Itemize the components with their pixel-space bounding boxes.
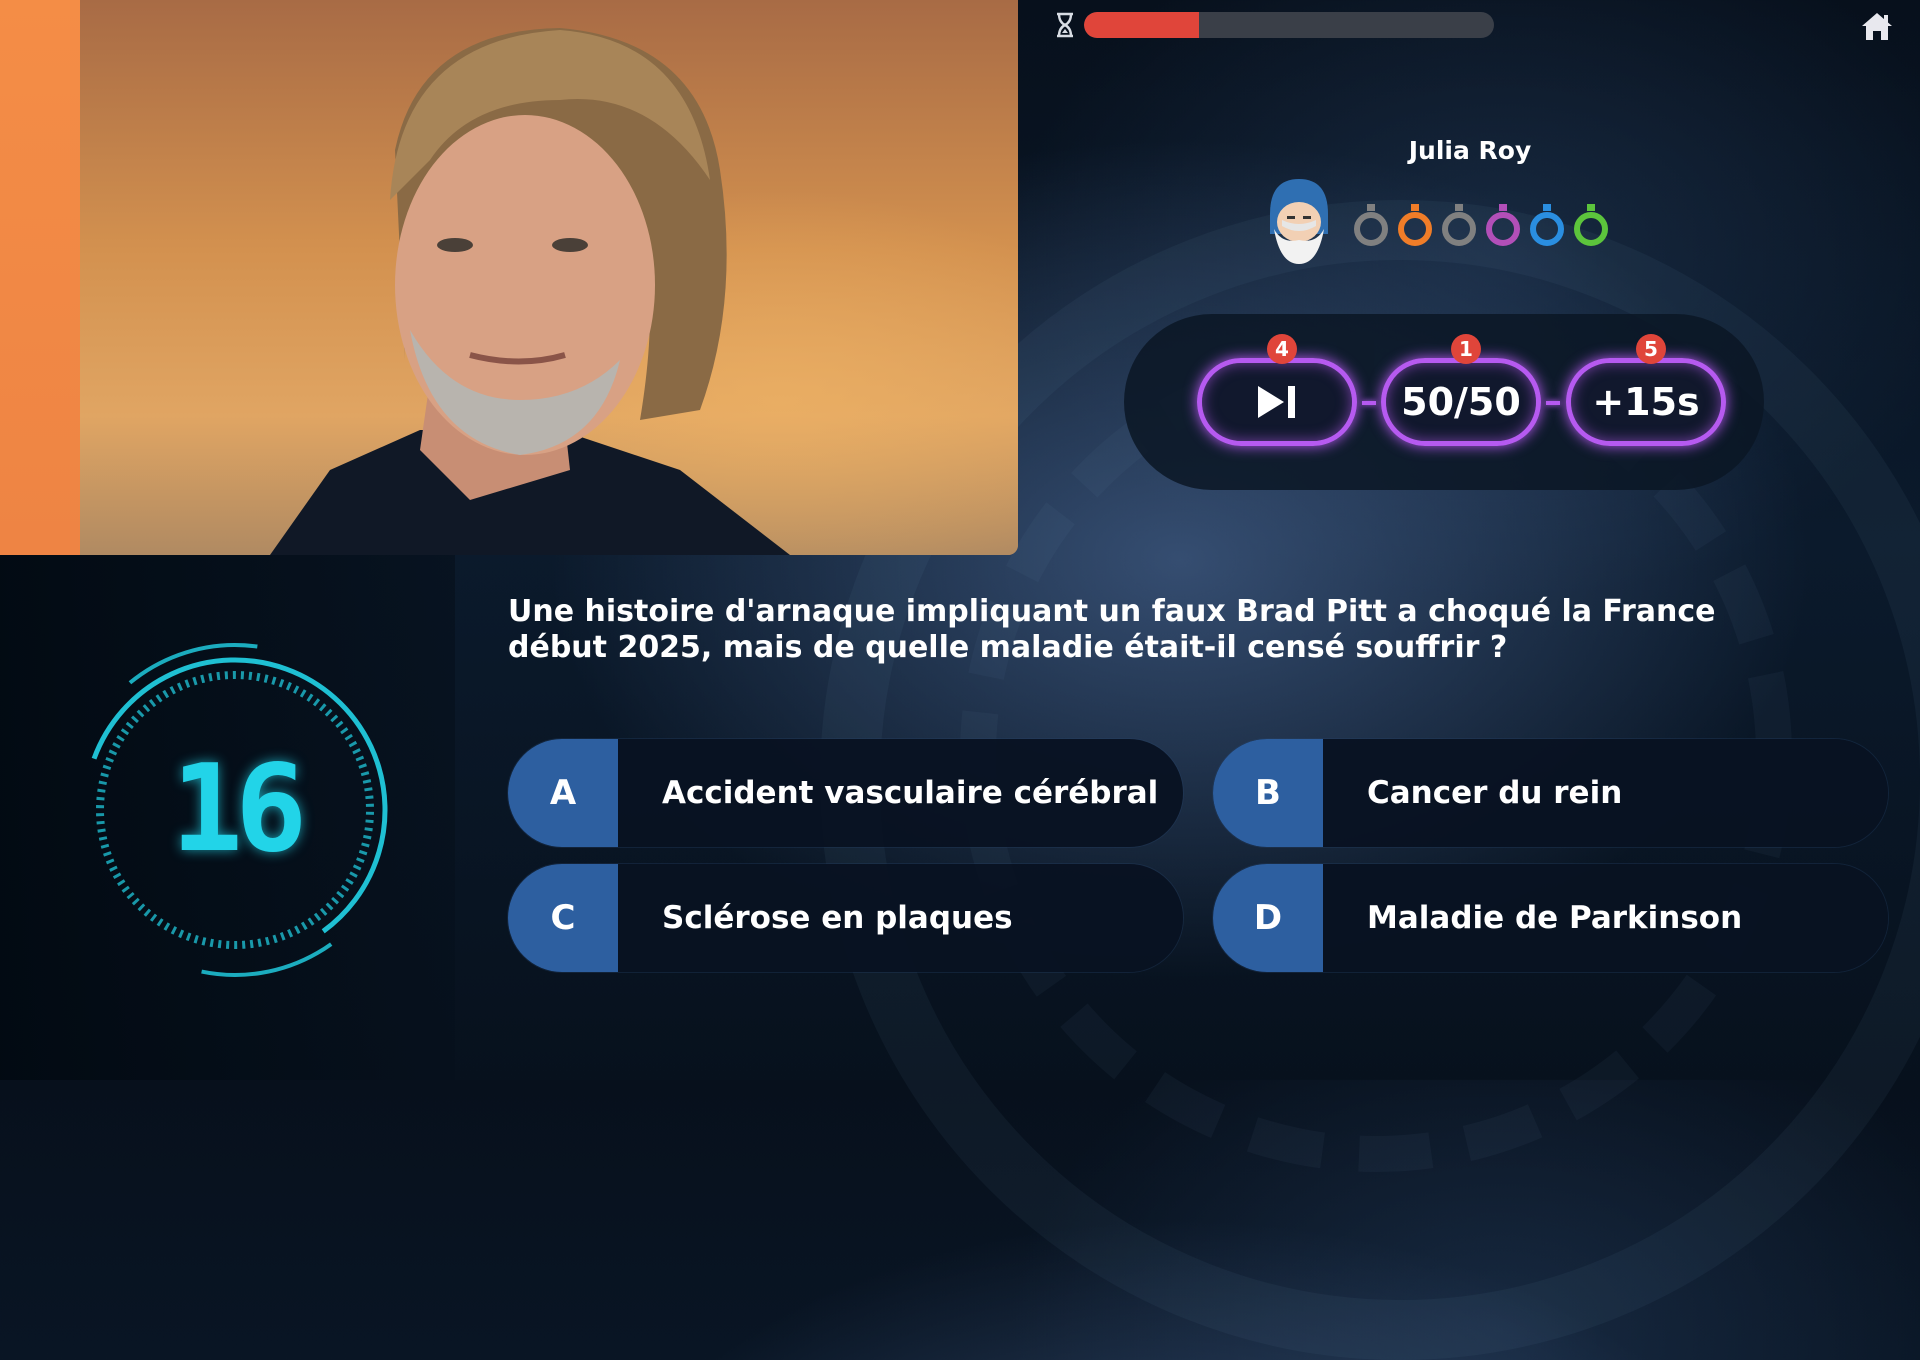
progress-ring-icon xyxy=(1530,204,1564,246)
answer-letter: B xyxy=(1213,739,1323,847)
skip-joker-count-badge: 4 xyxy=(1267,334,1297,364)
fifty-fifty-joker-button[interactable]: 50/50 xyxy=(1381,358,1541,446)
answer-a-button[interactable]: A Accident vasculaire cérébral xyxy=(508,739,1183,847)
skip-icon xyxy=(1258,386,1295,418)
answer-label: Accident vasculaire cérébral xyxy=(662,775,1159,811)
progress-ring-icon xyxy=(1486,204,1520,246)
wizard-avatar xyxy=(1270,179,1328,264)
progress-rings xyxy=(1352,204,1610,248)
home-icon[interactable] xyxy=(1860,10,1894,42)
countdown-value: 16 xyxy=(170,740,308,879)
answer-b-button[interactable]: B Cancer du rein xyxy=(1213,739,1888,847)
progress-ring-icon xyxy=(1574,204,1608,246)
answer-letter: D xyxy=(1213,864,1323,972)
add-time-count-badge: 5 xyxy=(1636,334,1666,364)
answer-letter: A xyxy=(508,739,618,847)
time-progress-fill xyxy=(1084,12,1199,38)
time-progress-bar xyxy=(1084,12,1494,38)
answer-letter: C xyxy=(508,864,618,972)
add-time-joker-button[interactable]: +15s xyxy=(1566,358,1726,446)
progress-ring-icon xyxy=(1398,204,1432,246)
skip-joker-button[interactable] xyxy=(1197,358,1357,446)
answer-c-button[interactable]: C Sclérose en plaques xyxy=(508,864,1183,972)
player-name: Julia Roy xyxy=(1408,136,1532,165)
progress-ring-icon xyxy=(1442,204,1476,246)
fifty-fifty-count-badge: 1 xyxy=(1451,334,1481,364)
joker-connector xyxy=(1546,401,1560,405)
hourglass-icon xyxy=(1057,12,1073,38)
joker-connector xyxy=(1362,401,1376,405)
answer-d-button[interactable]: D Maladie de Parkinson xyxy=(1213,864,1888,972)
question-text: Une histoire d'arnaque impliquant un fau… xyxy=(508,594,1716,665)
answer-label: Maladie de Parkinson xyxy=(1367,900,1743,936)
progress-ring-icon xyxy=(1354,204,1388,246)
question-photo xyxy=(0,0,1018,555)
answer-label: Sclérose en plaques xyxy=(662,900,1013,936)
answer-label: Cancer du rein xyxy=(1367,775,1623,811)
